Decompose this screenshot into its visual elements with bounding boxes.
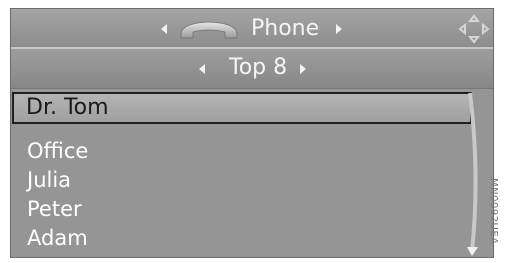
subheader-right-arrow-icon[interactable] [300, 64, 306, 74]
idrive-screen: Phone Top 8 Dr. Tom Office Julia Peter A… [10, 8, 494, 258]
scroll-down-icon [467, 247, 478, 256]
list-item[interactable]: Julia [27, 166, 71, 194]
subheader-left-arrow-icon[interactable] [199, 64, 205, 74]
list-item-selected[interactable]: Dr. Tom [12, 92, 472, 124]
handset-icon [180, 21, 238, 39]
header-right-arrow-icon[interactable] [336, 24, 342, 34]
header-left-arrow-icon[interactable] [161, 24, 167, 34]
submenu-header: Top 8 [11, 49, 493, 89]
list-item[interactable]: Adam [27, 224, 88, 252]
contact-list: Dr. Tom Office Julia Peter Adam [11, 89, 493, 257]
menu-header: Phone [11, 9, 493, 49]
figure-code: MN0092UEA [488, 178, 499, 245]
subheader-title: Top 8 [229, 55, 288, 80]
list-item[interactable]: Office [27, 137, 88, 165]
header-title: Phone [251, 16, 320, 41]
controller-navigation-icon [458, 14, 490, 44]
list-item[interactable]: Peter [27, 195, 82, 223]
